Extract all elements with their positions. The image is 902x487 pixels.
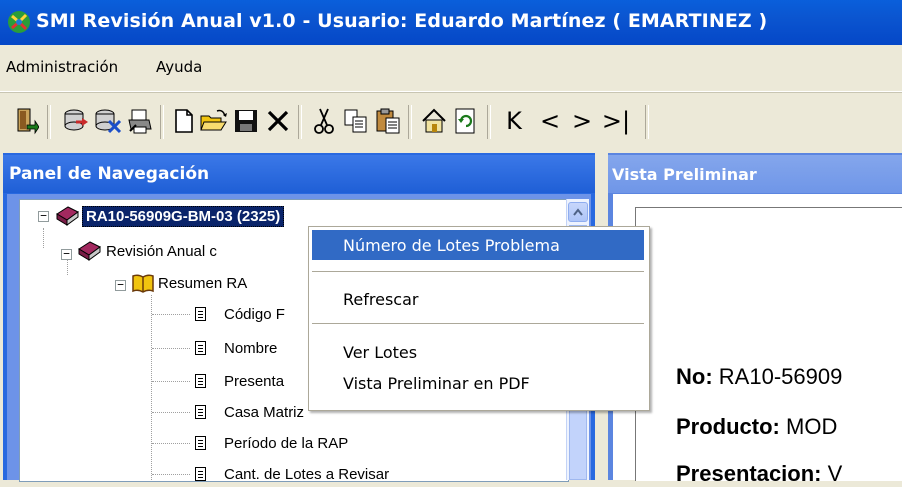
context-menu-separator [312, 323, 644, 324]
previous-record-icon[interactable]: < [534, 105, 566, 137]
preview-field-no: No: RA10-56909 [676, 364, 842, 390]
document-icon [195, 374, 206, 388]
context-menu: Número de Lotes Problema Refrescar Ver L… [308, 226, 650, 411]
tree-leaf[interactable]: Cant. de Lotes a Revisar [224, 466, 389, 483]
title-bar: SMI Revisión Anual v1.0 - Usuario: Eduar… [0, 0, 902, 45]
menu-ayuda[interactable]: Ayuda [156, 58, 202, 76]
tree-expander[interactable]: − [115, 279, 126, 291]
toolbar-separator [645, 105, 649, 139]
context-menu-separator [312, 271, 644, 272]
toolbar-separator [47, 105, 51, 139]
tree-line [43, 228, 44, 248]
app-logo-icon [8, 11, 30, 33]
refresh-icon[interactable] [450, 105, 482, 137]
menu-bar: Administración Ayuda [0, 45, 902, 92]
preview-value-presentacion: V [827, 461, 843, 486]
book-icon [56, 206, 79, 226]
next-record-icon[interactable]: > [566, 105, 598, 137]
preview-panel-header: Vista Preliminar [608, 155, 902, 193]
context-menu-label: Vista Preliminar en PDF [343, 374, 530, 393]
tree-leaf[interactable]: Período de la RAP [224, 435, 348, 452]
first-record-icon[interactable]: K [498, 105, 530, 137]
delete-icon[interactable] [262, 105, 294, 137]
preview-panel-title: Vista Preliminar [612, 165, 757, 184]
book-icon [78, 241, 101, 261]
tree-leaf[interactable]: Nombre [224, 340, 277, 357]
open-folder-icon[interactable] [198, 105, 230, 137]
toolbar-separator [160, 105, 164, 139]
exit-icon[interactable] [10, 105, 42, 137]
document-icon [195, 405, 206, 419]
tree-node-root[interactable]: RA10-56909G-BM-03 (2325) [82, 206, 285, 227]
tree-line [152, 412, 190, 413]
tree-leaf[interactable]: Presenta [224, 373, 284, 390]
context-menu-label: Número de Lotes Problema [343, 236, 560, 255]
tree-line [152, 381, 190, 382]
print-setup-icon[interactable] [124, 105, 156, 137]
save-icon[interactable] [230, 105, 262, 137]
navigation-panel-header: Panel de Navegación [3, 155, 595, 193]
tree-line [152, 314, 190, 315]
context-menu-label: Refrescar [343, 290, 419, 309]
context-menu-refrescar[interactable]: Refrescar [312, 284, 644, 314]
preview-label-presentacion: Presentacion: [676, 461, 822, 486]
tree-node-revision-anual[interactable]: Revisión Anual c [106, 243, 217, 260]
menu-administracion[interactable]: Administración [6, 58, 118, 76]
context-menu-vista-preliminar-pdf[interactable]: Vista Preliminar en PDF [312, 368, 644, 398]
tree-expander[interactable]: − [38, 210, 49, 222]
preview-label-no: No: [676, 364, 713, 389]
toolbar-separator [298, 105, 302, 139]
document-icon [195, 467, 206, 481]
tree-expander[interactable]: − [61, 248, 72, 260]
tree-leaf[interactable]: Casa Matriz [224, 404, 304, 421]
preview-field-presentacion: Presentacion: V [676, 461, 842, 487]
last-record-icon[interactable]: >| [600, 105, 632, 137]
home-icon[interactable] [418, 105, 450, 137]
window-title: SMI Revisión Anual v1.0 - Usuario: Eduar… [36, 10, 768, 32]
tree-node-resumen[interactable]: Resumen RA [158, 275, 247, 292]
chevron-up-icon [573, 208, 583, 216]
document-icon [195, 307, 206, 321]
context-menu-numero-lotes-problema[interactable]: Número de Lotes Problema [312, 230, 644, 260]
navigation-panel-title: Panel de Navegación [9, 164, 210, 184]
toolbar-separator [487, 105, 491, 139]
context-menu-label: Ver Lotes [343, 343, 418, 362]
tree-line [152, 348, 190, 349]
toolbar: K < > >| [0, 92, 902, 151]
document-icon [195, 436, 206, 450]
new-document-icon[interactable] [168, 105, 200, 137]
toolbar-separator [408, 105, 412, 139]
tree-line [151, 295, 152, 480]
disconnect-icon[interactable] [92, 105, 124, 137]
tree-line [152, 474, 190, 475]
preview-field-producto: Producto: MOD [676, 414, 837, 440]
copy-icon[interactable] [340, 105, 372, 137]
preview-value-producto: MOD [786, 414, 838, 439]
context-menu-ver-lotes[interactable]: Ver Lotes [312, 337, 644, 367]
cut-icon[interactable] [308, 105, 340, 137]
connect-icon[interactable] [60, 105, 92, 137]
preview-value-no: RA10-56909 [718, 364, 843, 389]
document-icon [195, 341, 206, 355]
tree-line [152, 443, 190, 444]
open-book-icon [132, 274, 154, 293]
preview-label-producto: Producto: [676, 414, 780, 439]
tree-leaf[interactable]: Código F [224, 306, 285, 323]
scroll-up-button[interactable] [568, 202, 588, 222]
paste-icon[interactable] [372, 105, 404, 137]
